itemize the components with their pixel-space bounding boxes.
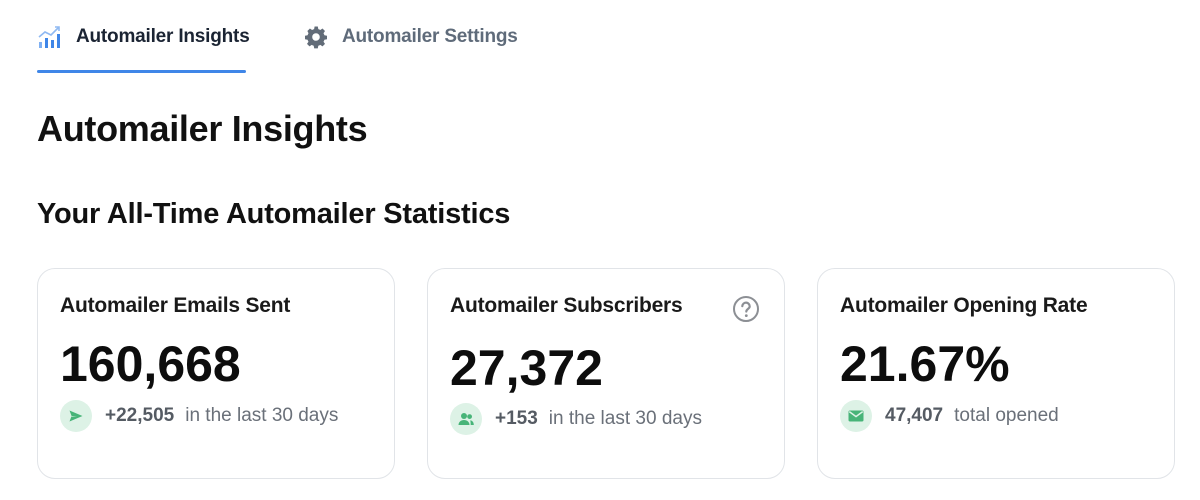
tab-label: Automailer Settings: [342, 25, 518, 47]
card-title: Automailer Emails Sent: [60, 294, 291, 317]
users-icon: [450, 403, 482, 435]
send-icon: [60, 400, 92, 432]
card-title: Automailer Opening Rate: [840, 294, 1088, 317]
meta-value: +22,505: [105, 405, 175, 426]
card-meta: +153 in the last 30 days: [450, 402, 702, 436]
stat-card-emails-sent: Automailer Emails Sent 160,668 +22,505 i…: [37, 268, 395, 479]
meta-value: 47,407: [885, 405, 944, 426]
meta-text: total opened: [954, 405, 1059, 426]
stat-card-subscribers: Automailer Subscribers 27,372 +153 in th…: [427, 268, 785, 479]
card-meta: 47,407 total opened: [840, 399, 1059, 433]
meta-text: in the last 30 days: [548, 408, 702, 429]
stat-card-opening-rate: Automailer Opening Rate 21.67% 47,407 to…: [817, 268, 1175, 479]
card-title: Automailer Subscribers: [450, 294, 683, 317]
meta-value: +153: [495, 408, 538, 429]
section-title: Your All-Time Automailer Statistics: [37, 198, 511, 230]
tab-bar: Automailer Insights Automailer Settings: [37, 0, 1163, 73]
gear-icon: [303, 24, 329, 50]
card-value: 160,668: [60, 336, 241, 392]
tab-automailer-settings[interactable]: Automailer Settings: [303, 0, 523, 73]
card-value: 21.67%: [840, 336, 1010, 392]
bar-chart-icon: [37, 24, 63, 50]
meta-text: in the last 30 days: [185, 405, 339, 426]
help-icon[interactable]: [732, 295, 760, 323]
card-meta: +22,505 in the last 30 days: [60, 399, 338, 433]
page-title: Automailer Insights: [37, 108, 368, 149]
envelope-icon: [840, 400, 872, 432]
tab-label: Automailer Insights: [76, 25, 250, 47]
card-value: 27,372: [450, 340, 603, 396]
active-tab-indicator: [37, 70, 246, 73]
tab-automailer-insights[interactable]: Automailer Insights: [37, 0, 250, 73]
